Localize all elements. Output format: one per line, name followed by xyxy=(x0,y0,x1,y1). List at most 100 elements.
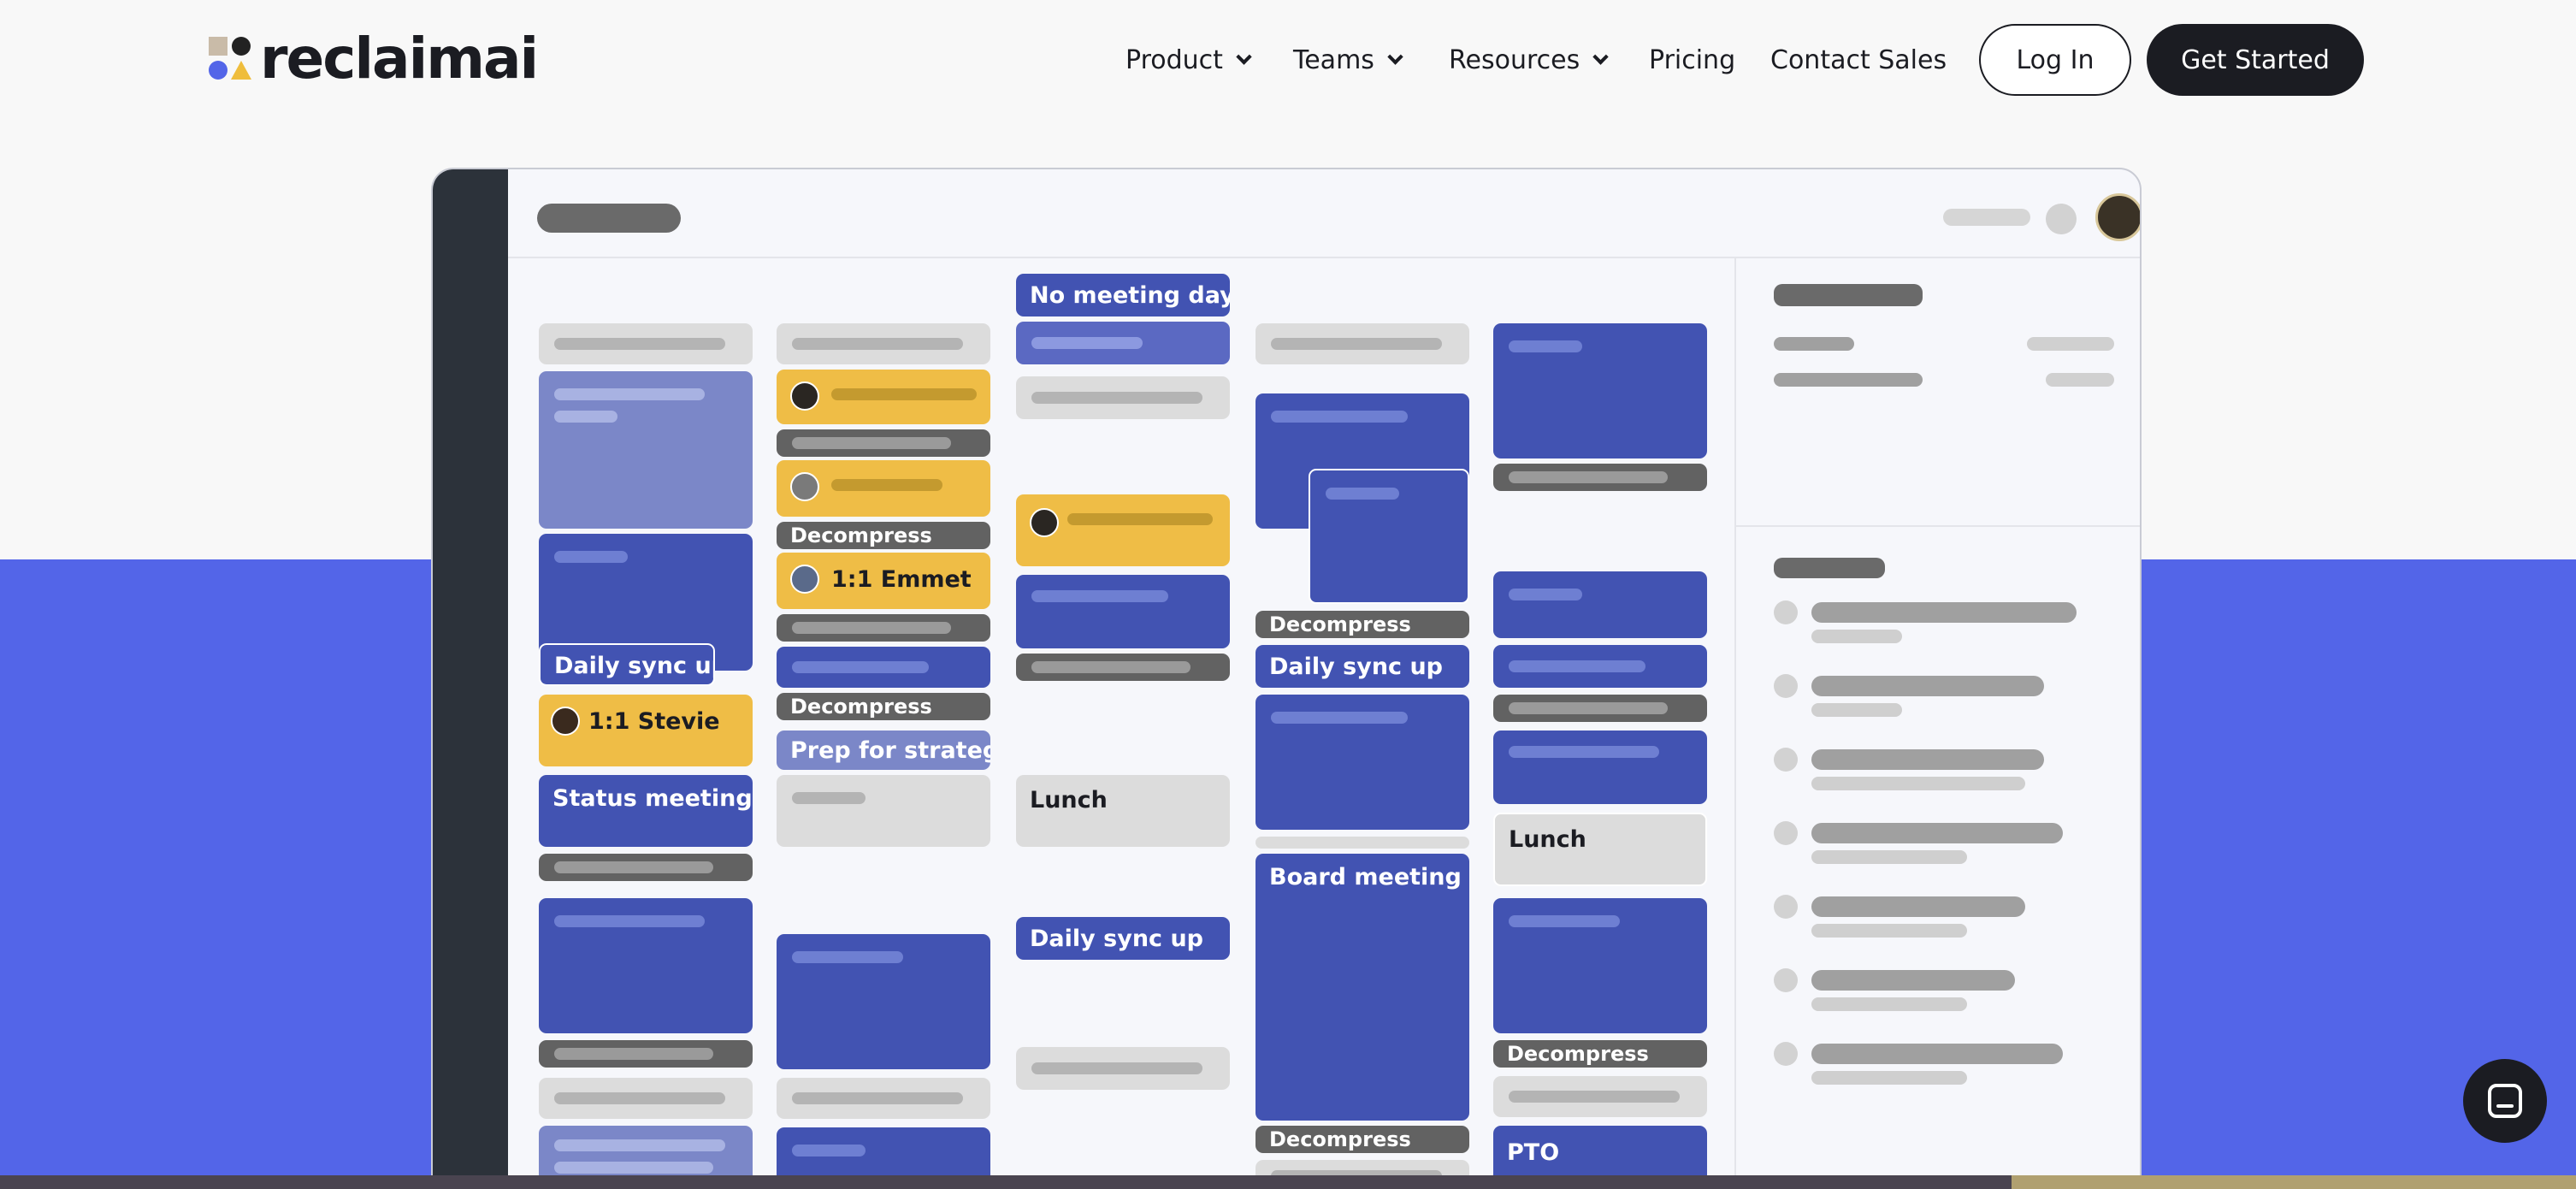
nav-contact-sales[interactable]: Contact Sales xyxy=(1770,24,1947,96)
event-block[interactable] xyxy=(1309,469,1469,604)
event-block[interactable] xyxy=(777,934,990,1069)
list-item-subtext-placeholder xyxy=(1811,777,2025,790)
list-item-placeholder xyxy=(1811,896,2025,917)
event-placeholder[interactable] xyxy=(777,323,990,364)
event-lunch[interactable]: Lunch xyxy=(1493,813,1707,886)
topbar-placeholder xyxy=(1943,209,2030,226)
event-block[interactable] xyxy=(1493,645,1707,688)
list-item-placeholder xyxy=(1811,970,2015,991)
event-label: Decompress xyxy=(1507,1042,1649,1066)
event-block[interactable] xyxy=(1256,695,1469,830)
panel-text-placeholder xyxy=(1774,337,1854,351)
panel-text-placeholder xyxy=(2027,337,2114,351)
event-prep-for-strategy[interactable]: Prep for strategy xyxy=(777,731,990,770)
event-placeholder[interactable] xyxy=(1256,323,1469,364)
chevron-down-icon xyxy=(1387,48,1403,65)
event-block[interactable] xyxy=(777,647,990,688)
event-block[interactable] xyxy=(1493,323,1707,458)
app-topbar xyxy=(508,169,2140,258)
app-title-placeholder xyxy=(537,204,681,233)
list-item-placeholder xyxy=(1811,1044,2063,1064)
event-block[interactable] xyxy=(1493,898,1707,1033)
event-placeholder[interactable] xyxy=(1016,1047,1230,1090)
list-bullet-icon xyxy=(1774,1042,1798,1066)
event-decompress[interactable]: Decompress xyxy=(1493,1040,1707,1068)
brand-logo[interactable]: reclaimai xyxy=(209,29,539,89)
event-placeholder[interactable] xyxy=(1016,654,1230,681)
event-decompress[interactable]: Decompress xyxy=(777,693,990,720)
event-label: Prep for strategy xyxy=(790,737,990,764)
event-lunch[interactable]: Lunch xyxy=(1016,775,1230,847)
event-block[interactable] xyxy=(1016,322,1230,364)
avatar xyxy=(790,472,819,501)
event-block[interactable] xyxy=(1493,731,1707,804)
app-sidebar xyxy=(433,169,508,1189)
event-placeholder[interactable] xyxy=(539,1078,753,1119)
list-bullet-icon xyxy=(1774,674,1798,698)
event-placeholder[interactable] xyxy=(777,429,990,457)
nav-resources-label: Resources xyxy=(1449,44,1580,75)
user-avatar[interactable] xyxy=(2095,193,2140,241)
event-placeholder[interactable] xyxy=(777,1078,990,1119)
event-decompress[interactable]: Decompress xyxy=(777,522,990,549)
event-placeholder[interactable] xyxy=(1256,837,1469,849)
list-bullet-icon xyxy=(1774,821,1798,845)
avatar xyxy=(551,707,580,736)
chevron-down-icon xyxy=(1236,48,1252,65)
event-daily-sync-up[interactable]: Daily sync up xyxy=(1256,645,1469,688)
event-label: Lunch xyxy=(1509,826,1586,853)
event-placeholder[interactable] xyxy=(1016,376,1230,419)
event-placeholder[interactable] xyxy=(1493,1076,1707,1117)
event-daily-sync-up[interactable]: Daily sync up xyxy=(539,643,715,686)
event-label: Decompress xyxy=(1269,1127,1411,1151)
event-placeholder[interactable] xyxy=(777,614,990,642)
event-1-1-emmet[interactable]: 1:1 Emmet xyxy=(777,553,990,609)
event-daily-sync-up[interactable]: Daily sync up xyxy=(1016,917,1230,960)
login-button[interactable]: Log In xyxy=(1979,24,2131,96)
bottom-strip xyxy=(0,1175,2576,1189)
event-no-meeting-day[interactable]: No meeting day xyxy=(1016,274,1230,316)
chat-launcher-button[interactable] xyxy=(2463,1059,2547,1143)
event-1-1-stevie[interactable]: 1:1 Stevie xyxy=(539,695,753,766)
event-block[interactable] xyxy=(539,371,753,529)
event-placeholder[interactable] xyxy=(1493,695,1707,722)
nav-teams[interactable]: Teams xyxy=(1293,24,1403,96)
event-placeholder[interactable] xyxy=(777,775,990,847)
list-item-subtext-placeholder xyxy=(1811,850,1967,864)
event-block[interactable] xyxy=(1016,575,1230,648)
event-decompress[interactable]: Decompress xyxy=(1256,1126,1469,1153)
avatar xyxy=(1030,508,1059,537)
event-label: Daily sync up xyxy=(554,653,715,679)
avatar xyxy=(790,382,819,411)
event-placeholder[interactable] xyxy=(539,1040,753,1068)
event-placeholder[interactable] xyxy=(1493,464,1707,491)
event-label: Board meeting xyxy=(1269,864,1462,890)
chat-icon xyxy=(2488,1084,2522,1118)
event-1-1[interactable] xyxy=(777,370,990,424)
event-decompress[interactable]: Decompress xyxy=(1256,611,1469,638)
nav-resources[interactable]: Resources xyxy=(1449,24,1609,96)
event-placeholder[interactable] xyxy=(539,854,753,881)
event-board-meeting[interactable]: Board meeting xyxy=(1256,854,1469,1121)
event-block[interactable] xyxy=(539,898,753,1033)
event-1-1[interactable] xyxy=(777,460,990,517)
logo-mark-icon xyxy=(209,37,253,81)
nav-product[interactable]: Product xyxy=(1126,24,1252,96)
list-item-placeholder xyxy=(1811,749,2044,770)
list-item-placeholder xyxy=(1811,602,2077,623)
list-bullet-icon xyxy=(1774,600,1798,624)
calendar-app-mockup: Daily sync up 1:1 Stevie Status meeting … xyxy=(431,168,2142,1189)
event-block[interactable] xyxy=(1493,571,1707,638)
event-status-meeting[interactable]: Status meeting xyxy=(539,775,753,847)
list-bullet-icon xyxy=(1774,895,1798,919)
list-bullet-icon xyxy=(1774,748,1798,772)
list-item-subtext-placeholder xyxy=(1811,924,1967,938)
get-started-button[interactable]: Get Started xyxy=(2147,24,2364,96)
list-item-subtext-placeholder xyxy=(1811,1071,1967,1085)
nav-pricing[interactable]: Pricing xyxy=(1649,24,1735,96)
event-placeholder[interactable] xyxy=(539,323,753,364)
list-item-subtext-placeholder xyxy=(1811,630,1902,643)
event-1-1[interactable] xyxy=(1016,494,1230,566)
list-item-subtext-placeholder xyxy=(1811,997,1967,1011)
chevron-down-icon xyxy=(1592,48,1609,65)
